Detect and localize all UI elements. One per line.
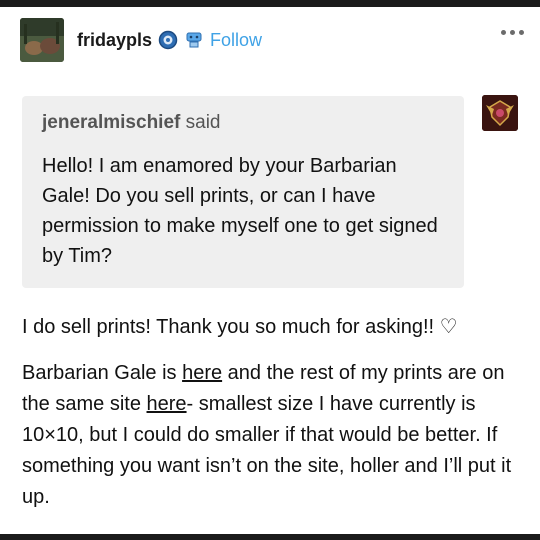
dot	[501, 30, 506, 35]
username[interactable]: fridaypls	[77, 30, 152, 51]
dot	[519, 30, 524, 35]
post-header: fridaypls Follow	[20, 18, 528, 62]
ask-box: jeneralmischief said Hello! I am enamore…	[22, 96, 464, 288]
asker-line: jeneralmischief said	[42, 112, 220, 134]
bottom-bar	[0, 534, 540, 540]
dot	[510, 30, 515, 35]
answer-text: Barbarian Gale is	[22, 362, 183, 384]
answer-paragraph-1: I do sell prints! Thank you so much for …	[22, 316, 458, 338]
gear-robot-icon	[184, 30, 204, 50]
follow-button[interactable]: Follow	[210, 30, 262, 51]
answer-paragraph-2: Barbarian Gale is here and the rest of m…	[22, 358, 522, 513]
more-dots-icon[interactable]	[501, 30, 524, 35]
link-barbarian-gale[interactable]: here	[182, 362, 222, 384]
link-prints-site[interactable]: here	[147, 393, 187, 415]
blue-badge-icon	[158, 30, 178, 50]
asker-name[interactable]: jeneralmischief	[42, 112, 180, 133]
blog-avatar[interactable]	[20, 18, 64, 62]
ask-question: Hello! I am enamored by your Barbarian G…	[42, 155, 438, 267]
top-bar	[0, 0, 540, 7]
asker-avatar-emblem[interactable]	[482, 95, 518, 131]
said-label: said	[185, 112, 221, 133]
